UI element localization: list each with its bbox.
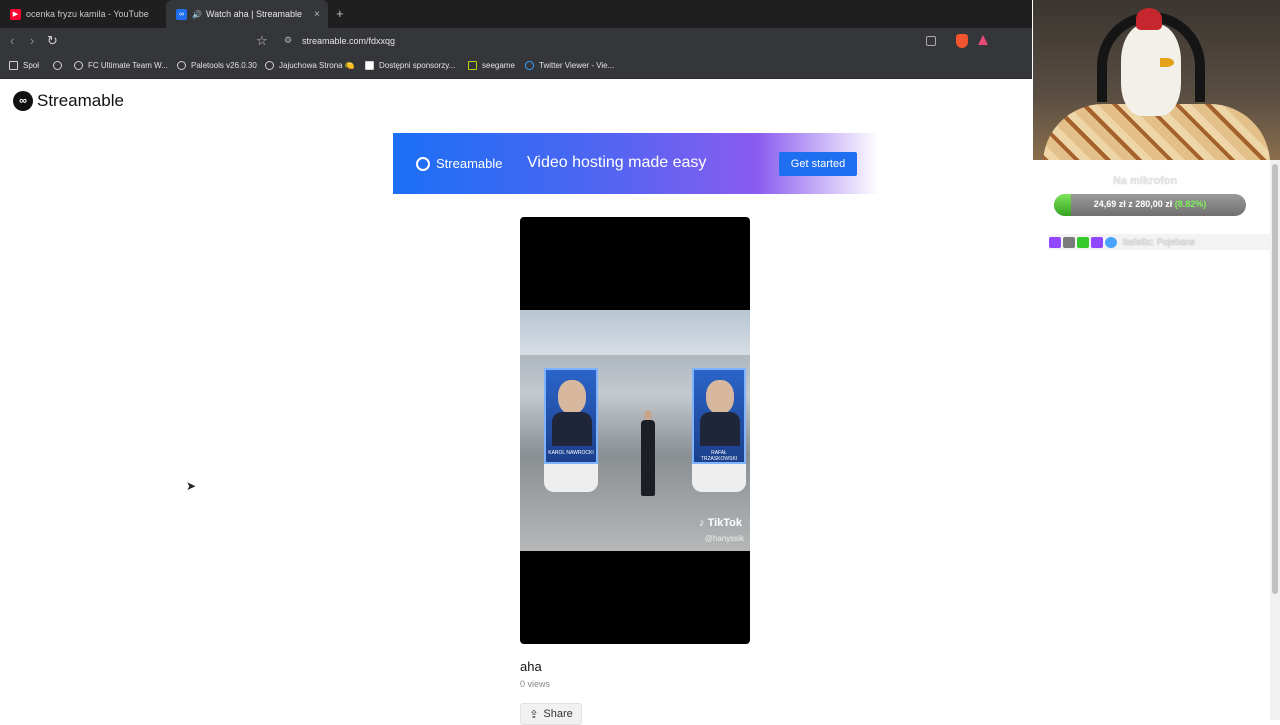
bookmark-item[interactable]: seegame [468,61,515,70]
prime-badge-icon [1091,236,1103,248]
share-button[interactable]: ⇪ Share [520,703,582,725]
tiktok-watermark: ♪ TikTok [699,517,742,529]
poster-suit [700,412,740,446]
bookmark-item[interactable]: Twitter Viewer - Vie... [525,61,614,70]
globe-icon [74,61,83,70]
address-bar[interactable]: ⚙ streamable.com/fdxxqg [270,31,1000,52]
bookmark-item[interactable]: FC Ultimate Team W... [74,61,168,70]
presenter-figure [640,410,656,496]
candidate-poster-left: KAROL NAWROCKI [544,368,598,464]
video-title: aha [520,659,542,674]
bookmark-label: FC Ultimate Team W... [88,61,168,70]
poster-label: KAROL NAWROCKI [548,450,594,456]
streamable-logo-icon [416,156,430,171]
banner-brand: Streamable [416,156,502,171]
audio-icon[interactable]: 🔊 [192,10,202,19]
poster-face [706,380,734,414]
mouse-cursor-icon: ➤ [186,479,197,493]
twitch-badge-icon [1049,236,1061,248]
globe-icon [265,61,274,70]
banner-brand-label: Streamable [436,156,503,171]
translate-icon[interactable] [926,36,936,46]
poster-suit [552,412,592,446]
chat-message: kafelix: Pojebane [1049,234,1270,250]
folder-icon [9,61,18,70]
streamable-logo-icon: ∞ [13,91,33,111]
streamable-logo[interactable]: ∞ Streamable [13,91,124,111]
brave-shield-icon[interactable] [956,34,968,48]
poster-label: RAFAŁ TRZASKOWSKI [700,450,738,462]
poster-face [558,380,586,414]
donation-goal-text: 24,69 zł z 280,00 zł (8.82%) [1054,199,1246,209]
tiktok-handle: @hanyssik [704,534,744,543]
bookmark-label: Paletools v26.0.30 [191,61,257,70]
moderator-badge-icon [1105,236,1117,248]
bookmarks-bar: Społ FC Ultimate Team W... Paletools v26… [0,55,1032,79]
donation-goal-amount: 24,69 zł z 280,00 zł [1093,199,1173,209]
back-button[interactable]: ‹ [10,33,14,48]
bookmark-item[interactable]: Jajuchowa Strona 🍋 [265,61,355,70]
get-started-button[interactable]: Get started [779,152,857,176]
close-tab-icon[interactable]: × [314,9,320,20]
video-frame: KAROL NAWROCKI RAFAŁ TRZASKOWSKI ♪ TikTo… [520,310,750,551]
tab-bar: ▶ ocenka fryzu kamila - YouTube ∞ 🔊 Watc… [0,0,1032,28]
donation-goal-bar: 24,69 zł z 280,00 zł (8.82%) [1054,194,1246,216]
sub-badge-icon [1063,236,1075,248]
video-sky [520,310,750,355]
bookmark-item[interactable]: Dostępni sponsorzy... [365,61,455,70]
globe-icon [525,61,534,70]
banner-tagline: Video hosting made easy [527,154,707,171]
youtube-icon: ▶ [10,8,21,20]
square-icon [468,61,477,70]
view-count: 0 views [520,679,551,689]
share-icon: ⇪ [529,708,539,721]
new-tab-button[interactable]: + [336,6,344,21]
bookmark-item[interactable] [53,61,67,70]
chicken-beak [1160,58,1174,67]
bookmark-label: Twitter Viewer - Vie... [539,61,615,70]
webcam-overlay [1033,0,1280,160]
globe-icon [53,61,62,70]
brave-rewards-icon[interactable] [978,35,988,45]
toolbar: ‹ › ↻ ☆ ⚙ streamable.com/fdxxqg [0,28,1032,55]
donation-goal-label: Na mikrofon [1113,175,1178,187]
chicken-mask [1121,24,1181,116]
poster-stand [692,464,746,492]
reload-button[interactable]: ↻ [47,33,58,49]
share-label: Share [543,708,573,720]
brand-name: Streamable [37,91,124,110]
scrollbar[interactable] [1270,160,1280,720]
bookmark-label: Jajuchowa Strona 🍋 [279,61,355,70]
poster-stand [544,464,598,492]
url-text[interactable]: streamable.com/fdxxqg [302,36,395,46]
tab-title: Watch aha | Streamable [205,9,303,19]
tab-youtube[interactable]: ▶ ocenka fryzu kamila - YouTube [0,0,166,28]
forward-button[interactable]: › [30,33,34,48]
bookmark-label: seegame [482,61,515,70]
chat-username: kafelix: [1123,237,1155,247]
streamable-favicon-icon: ∞ [176,8,187,20]
bookmark-label: Społ [23,61,40,70]
tab-streamable[interactable]: ∞ 🔊 Watch aha | Streamable × [166,0,328,28]
scrollbar-thumb[interactable] [1272,164,1278,594]
green-badge-icon [1077,236,1089,248]
video-player[interactable]: KAROL NAWROCKI RAFAŁ TRZASKOWSKI ♪ TikTo… [520,217,750,644]
promo-banner[interactable]: Streamable Video hosting made easy Get s… [393,133,879,194]
candidate-poster-right: RAFAŁ TRZASKOWSKI [692,368,746,464]
chicken-comb [1136,8,1162,30]
bookmark-item[interactable]: Społ [9,61,39,70]
bookmark-item[interactable]: Paletools v26.0.30 [177,61,257,70]
site-info-icon[interactable]: ⚙ [284,35,292,46]
donation-goal-percent: (8.82%) [1174,199,1207,209]
tab-title: ocenka fryzu kamila - YouTube [26,9,149,19]
globe-icon [177,61,186,70]
bookmark-star-icon[interactable]: ☆ [256,33,268,49]
bookmark-label: Dostępni sponsorzy... [379,61,456,70]
square-icon [365,61,374,70]
chat-text: Pojebane [1157,237,1196,247]
